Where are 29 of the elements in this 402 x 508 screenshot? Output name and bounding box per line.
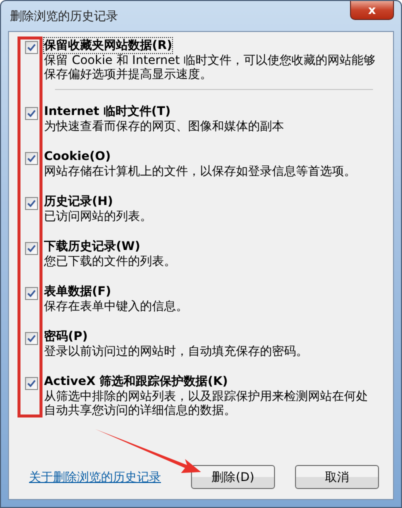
- option-label[interactable]: ActiveX 筛选和跟踪保护数据(K): [44, 374, 228, 389]
- checkbox[interactable]: [25, 107, 38, 120]
- checkbox[interactable]: [25, 287, 38, 300]
- close-button[interactable]: x: [350, 1, 394, 20]
- delete-button[interactable]: 删除(D): [191, 465, 275, 489]
- option-description: 从筛选中排除的网站列表，以及跟踪保护用来检测网站在何处自动共享您访问的详细信息的数据。: [44, 389, 369, 417]
- option-label[interactable]: Internet 临时文件(T): [44, 104, 171, 119]
- window-title: 删除浏览的历史记录: [9, 8, 118, 24]
- option-label[interactable]: 下载历史记录(W): [44, 239, 140, 254]
- checkbox[interactable]: [25, 41, 38, 54]
- option-description: 您已下载的文件的列表。: [44, 254, 176, 268]
- checkbox[interactable]: [25, 197, 38, 210]
- option-label[interactable]: 保留收藏夹网站数据(R): [44, 38, 172, 53]
- help-link[interactable]: 关于删除浏览的历史记录: [29, 468, 161, 486]
- option-label[interactable]: 密码(P): [44, 329, 88, 344]
- option-description: 已访问网站的列表。: [44, 209, 152, 223]
- checkbox[interactable]: [25, 152, 38, 165]
- checkbox[interactable]: [25, 377, 38, 390]
- option-label[interactable]: 表单数据(F): [44, 284, 112, 299]
- checkbox[interactable]: [25, 242, 38, 255]
- option-label[interactable]: Cookie(O): [44, 149, 111, 164]
- option-description: 为快速查看而保存的网页、图像和媒体的副本: [44, 119, 284, 133]
- option-description: 网站存储在计算机上的文件，以保存如登录信息等首选项。: [44, 164, 356, 178]
- option-description: 登录以前访问过的网站时，自动填充保存的密码。: [44, 344, 308, 358]
- option-description: 保存在表单中键入的信息。: [44, 299, 188, 313]
- cancel-button[interactable]: 取消: [295, 465, 379, 489]
- checkbox[interactable]: [25, 332, 38, 345]
- option-label[interactable]: 历史记录(H): [44, 194, 114, 209]
- option-description: 保留 Cookie 和 Internet 临时文件，可以使您收藏的网站能够保存偏好选项并提高显示速度。: [44, 53, 377, 81]
